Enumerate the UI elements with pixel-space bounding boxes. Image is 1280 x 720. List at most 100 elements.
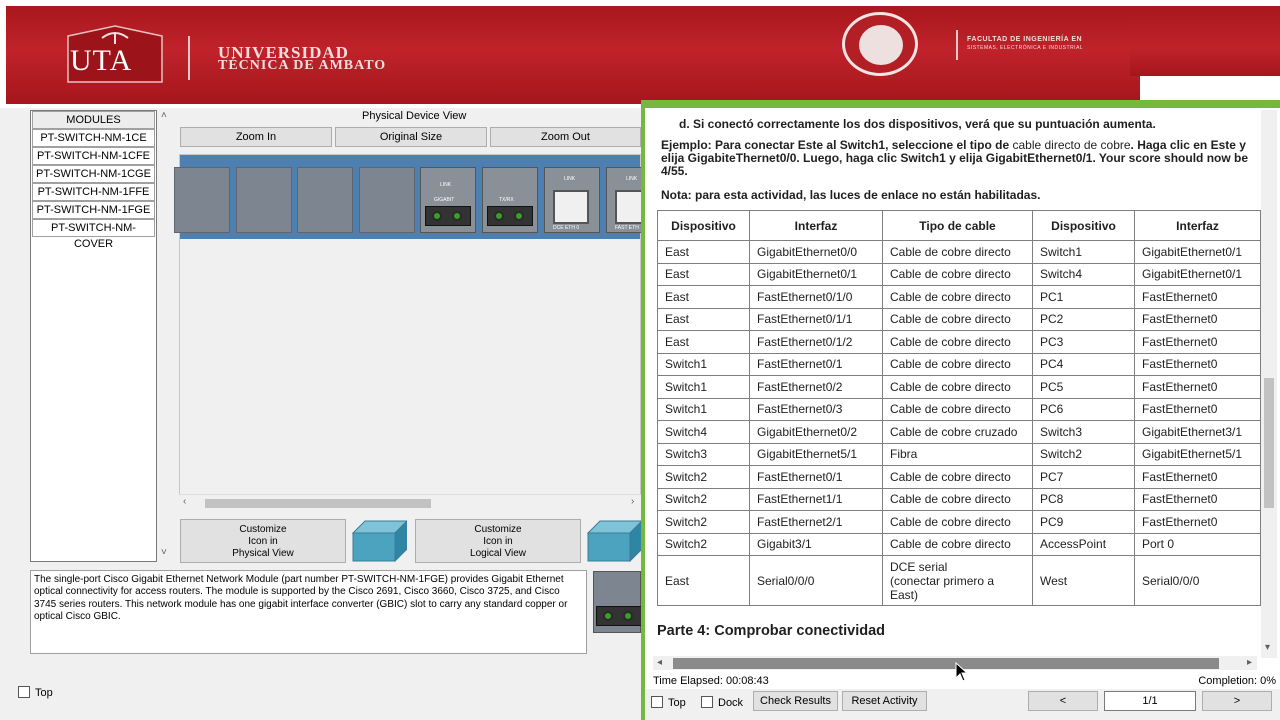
scroll-thumb[interactable] xyxy=(205,499,431,508)
port-label: LINK xyxy=(626,176,638,182)
table-cell: East xyxy=(657,240,750,264)
module-item[interactable]: PT-SWITCH-NM-1FGE xyxy=(32,201,155,219)
table-cell: FastEthernet1/1 xyxy=(749,487,883,511)
table-cell: PC3 xyxy=(1032,330,1135,354)
port-led-icon xyxy=(514,211,524,221)
modules-list[interactable]: MODULES PT-SWITCH-NM-1CE PT-SWITCH-NM-1C… xyxy=(30,110,157,562)
scroll-left-icon[interactable]: ◂ xyxy=(657,657,662,668)
zoom-in-button[interactable]: Zoom In xyxy=(180,127,332,147)
table-cell: GigabitEthernet5/1 xyxy=(1134,442,1261,466)
scroll-left-icon[interactable]: ‹ xyxy=(183,496,186,507)
customize-logical-icon-button[interactable]: Customize Icon in Logical View xyxy=(415,519,581,563)
top-toggle[interactable]: Top xyxy=(651,696,686,709)
table-cell: GigabitEthernet0/1 xyxy=(749,262,883,286)
empty-slot[interactable] xyxy=(174,167,230,233)
module-item[interactable]: PT-SWITCH-NM-1FFE xyxy=(32,183,155,201)
top-toggle[interactable]: Top xyxy=(18,686,53,699)
reset-activity-button[interactable]: Reset Activity xyxy=(842,691,927,711)
table-header-cell: Dispositivo xyxy=(1032,210,1135,241)
top-checkbox[interactable] xyxy=(18,686,30,698)
gbic-port-icon xyxy=(425,206,471,226)
table-cell: Switch1 xyxy=(657,397,750,421)
empty-slot[interactable] xyxy=(236,167,292,233)
scroll-thumb[interactable] xyxy=(673,658,1219,669)
scroll-right-icon[interactable]: ▸ xyxy=(1247,657,1252,668)
table-cell: Cable de cobre directo xyxy=(882,352,1033,376)
example-cable: cable directo de cobre xyxy=(1012,138,1131,152)
port-led-icon xyxy=(603,611,613,621)
table-cell: Serial0/0/0 xyxy=(1134,555,1261,606)
original-size-button[interactable]: Original Size xyxy=(335,127,487,147)
example-lead: Ejemplo: Para conectar Este al Switch1, … xyxy=(661,138,1013,152)
table-cell: East xyxy=(657,262,750,286)
module-item[interactable]: PT-SWITCH-NM-COVER xyxy=(32,219,155,250)
table-cell: Port 0 xyxy=(1134,532,1261,556)
pane-top-border xyxy=(645,100,1280,108)
scroll-right-icon[interactable]: › xyxy=(631,496,634,507)
module-item[interactable]: PT-SWITCH-NM-1CGE xyxy=(32,165,155,183)
table-cell: Cable de cobre directo xyxy=(882,285,1033,309)
uta-logo-text: UTA xyxy=(70,44,133,77)
document-vscrollbar[interactable]: ▾ xyxy=(1261,110,1277,658)
step-d-text: d. Si conectó correctamente los dos disp… xyxy=(679,117,1156,131)
port-label: LINK xyxy=(564,176,576,182)
scroll-thumb[interactable] xyxy=(1264,378,1274,508)
table-row: Switch2 FastEthernet2/1 Cable de cobre dir… xyxy=(657,510,1261,534)
instructions-document[interactable]: d. Si conectó correctamente los dos disp… xyxy=(653,110,1261,658)
empty-slot[interactable] xyxy=(297,167,353,233)
gigabit-module[interactable]: TX/RX xyxy=(482,167,538,233)
physical-device-view[interactable]: LINK GIGABIT TX/RX LINK DCE ETH 0 LINK F… xyxy=(174,154,662,508)
table-cell: FastEthernet0 xyxy=(1134,285,1261,309)
table-cell: PC8 xyxy=(1032,487,1135,511)
customize-physical-icon-button[interactable]: Customize Icon in Physical View xyxy=(180,519,346,563)
check-results-button[interactable]: Check Results xyxy=(753,691,838,711)
note-text: Nota: para esta actividad, las luces de … xyxy=(661,188,1041,202)
page-indicator[interactable]: 1/1 xyxy=(1104,691,1196,711)
scroll-down-icon[interactable]: ˅ xyxy=(161,547,167,558)
activity-bottom-bar: Top Dock Check Results Reset Activity < … xyxy=(645,689,1280,720)
device-view-hscrollbar[interactable]: ‹ › xyxy=(179,494,641,510)
port-label: GIGABIT xyxy=(434,197,455,203)
table-row: Switch1 FastEthernet0/2 Cable de cobre dir… xyxy=(657,375,1261,399)
faculty-seal-icon xyxy=(842,12,918,76)
table-cell: Cable de cobre directo xyxy=(882,307,1033,331)
table-cell: FastEthernet0/1/0 xyxy=(749,285,883,309)
time-elapsed: Time Elapsed: 00:08:43 xyxy=(653,675,769,687)
example-text: Ejemplo: Para conectar Este al Switch1, … xyxy=(661,139,1251,178)
seal-divider xyxy=(956,30,958,60)
part4-heading: Parte 4: Comprobar conectividad xyxy=(657,623,886,639)
scroll-up-icon[interactable]: ˄ xyxy=(161,110,167,121)
table-cell: Cable de cobre directo xyxy=(882,397,1033,421)
top-checkbox[interactable] xyxy=(651,696,663,708)
table-row: Switch2 Gigabit3/1 Cable de cobre directo A… xyxy=(657,532,1261,556)
table-cell: GigabitEthernet3/1 xyxy=(1134,420,1261,444)
dock-checkbox[interactable] xyxy=(701,696,713,708)
scroll-down-icon[interactable]: ▾ xyxy=(1265,642,1270,653)
previous-page-button[interactable]: < xyxy=(1028,691,1098,711)
gigabit-module[interactable]: LINK GIGABIT xyxy=(420,167,476,233)
zoom-out-button[interactable]: Zoom Out xyxy=(490,127,641,147)
table-row: East GigabitEthernet0/1 Cable de cobre dir… xyxy=(657,262,1261,286)
dock-toggle[interactable]: Dock xyxy=(701,696,743,709)
switch-device-icon xyxy=(586,520,642,563)
table-cell: GigabitEthernet0/1 xyxy=(1134,262,1261,286)
table-cell: PC5 xyxy=(1032,375,1135,399)
table-cell: East xyxy=(657,555,750,606)
table-cell: PC2 xyxy=(1032,307,1135,331)
next-page-button[interactable]: > xyxy=(1202,691,1272,711)
module-item[interactable]: PT-SWITCH-NM-1CFE xyxy=(32,147,155,165)
ethernet-module[interactable]: LINK DCE ETH 0 xyxy=(544,167,600,233)
table-cell: FastEthernet0 xyxy=(1134,397,1261,421)
banner-red-band xyxy=(6,6,1140,104)
table-cell: Switch2 xyxy=(657,487,750,511)
module-item[interactable]: PT-SWITCH-NM-1CE xyxy=(32,129,155,147)
table-cell: Cable de cobre cruzado xyxy=(882,420,1033,444)
table-header-cell: Dispositivo xyxy=(657,210,750,241)
table-cell: FastEthernet2/1 xyxy=(749,510,883,534)
table-cell: Gigabit3/1 xyxy=(749,532,883,556)
table-cell: FastEthernet0/1/1 xyxy=(749,307,883,331)
modules-scrollbar[interactable]: ˄ ˅ xyxy=(158,110,172,562)
table-cell: Cable de cobre directo xyxy=(882,262,1033,286)
empty-slot[interactable] xyxy=(359,167,415,233)
table-cell: FastEthernet0 xyxy=(1134,465,1261,489)
